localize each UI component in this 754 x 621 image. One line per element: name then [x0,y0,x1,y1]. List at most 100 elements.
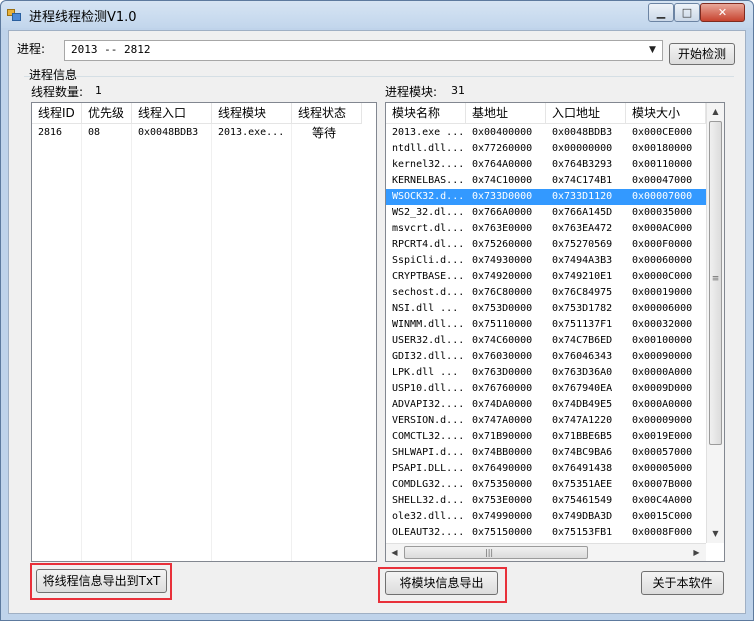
column-gridline [81,124,82,561]
table-cell: 0x0015C000 [632,511,693,522]
column-header[interactable]: 模块大小 [626,103,706,124]
table-cell: USER32.dl... [392,335,465,346]
scroll-thumb[interactable]: ||| [404,546,588,559]
title-bar[interactable]: 进程线程检测V1.0 ▁ □ ✕ [1,1,753,28]
table-cell: 0x74C60000 [472,335,533,346]
table-row[interactable]: 2816 08 0x0048BDB3 2013.exe... 等待 [32,125,376,141]
group-divider [24,76,734,77]
start-detect-button[interactable]: 开始检测 [669,43,735,65]
table-cell: PSAPI.DLL... [392,463,465,474]
process-select[interactable]: 2013 -- 2812 ▼ [64,40,663,61]
table-row[interactable]: PSAPI.DLL... 0x76490000 0x76491438 0x000050… [386,461,706,477]
horizontal-scrollbar[interactable]: ◀ ||| ▶ [386,543,706,561]
table-row[interactable]: SHLWAPI.d... 0x74BB0000 0x74BC9BA6 0x000570… [386,445,706,461]
column-header[interactable]: 线程ID [32,103,82,124]
close-button[interactable]: ✕ [700,3,745,22]
table-cell: 0x71B90000 [472,431,533,442]
table-cell: 0x0008F000 [632,527,693,538]
app-icon [7,7,23,21]
column-header[interactable]: 线程模块 [212,103,292,124]
table-cell: CRYPTBASE... [392,271,465,282]
table-row[interactable]: KERNELBAS... 0x74C10000 0x74C174B1 0x000470… [386,173,706,189]
table-row[interactable]: CRYPTBASE... 0x74920000 0x749210E1 0x0000C0… [386,269,706,285]
column-header[interactable]: 优先级 [82,103,132,124]
table-cell: 0x75461549 [552,495,613,506]
module-count-label: 进程模块: [385,85,438,99]
scroll-down-arrow-icon[interactable]: ▼ [707,525,724,542]
table-cell: 0x00090000 [632,351,693,362]
table-row[interactable]: kernel32.... 0x764A0000 0x764B3293 0x001100… [386,157,706,173]
module-list[interactable]: 模块名称 基地址 入口地址 模块大小 2013.exe ... 0x00400000 0x0… [385,102,725,562]
table-cell: SHLWAPI.d... [392,447,465,458]
table-row[interactable]: VERSION.d... 0x747A0000 0x747A1220 0x000090… [386,413,706,429]
table-cell: 0x76030000 [472,351,533,362]
table-row[interactable]: SspiCli.d... 0x74930000 0x7494A3B3 0x000600… [386,253,706,269]
table-row[interactable]: WINMM.dll... 0x75110000 0x751137F1 0x000320… [386,317,706,333]
column-header[interactable]: 线程状态 [292,103,362,124]
table-row[interactable]: WSOCK32.d... 0x733D0000 0x733D1120 0x000070… [386,189,706,205]
table-cell: 0x749DBA3D [552,511,613,522]
module-count-value: 31 [451,84,465,97]
table-cell: 0x76760000 [472,383,533,394]
table-cell: 0x76046343 [552,351,613,362]
table-row[interactable]: GDI32.dll... 0x76030000 0x76046343 0x000900… [386,349,706,365]
table-row[interactable]: WS2_32.dl... 0x766A0000 0x766A145D 0x000350… [386,205,706,221]
table-row[interactable]: ole32.dll... 0x74990000 0x749DBA3D 0x0015C0… [386,509,706,525]
scroll-left-arrow-icon[interactable]: ◀ [386,544,403,561]
column-header[interactable]: 入口地址 [546,103,626,124]
table-cell: 0x74BB0000 [472,447,533,458]
thread-list[interactable]: 线程ID 优先级 线程入口 线程模块 线程状态 2816 08 0x0048BDB3 2013.… [31,102,377,562]
table-row[interactable]: RPCRT4.dl... 0x75260000 0x75270569 0x000F00… [386,237,706,253]
vertical-scrollbar[interactable]: ▲ ≡ ▼ [706,103,724,543]
grip-icon: ≡ [711,274,720,284]
process-label: 进程: [17,42,46,56]
table-cell: 0x0048BDB3 [552,127,613,138]
table-cell: 0x74C10000 [472,175,533,186]
table-cell: 0x763D36A0 [552,367,613,378]
table-cell: VERSION.d... [392,415,465,426]
table-cell: OLEAUT32.... [392,527,465,538]
maximize-button[interactable]: □ [674,3,700,22]
table-cell: WS2_32.dl... [392,207,465,218]
scroll-thumb[interactable]: ≡ [709,121,722,445]
table-cell: 0x74920000 [472,271,533,282]
table-row[interactable]: sechost.d... 0x76C80000 0x76C84975 0x000190… [386,285,706,301]
table-cell: WSOCK32.d... [392,191,465,202]
table-row[interactable]: SHELL32.d... 0x753E0000 0x75461549 0x00C4A0… [386,493,706,509]
table-cell: GDI32.dll... [392,351,465,362]
scroll-up-arrow-icon[interactable]: ▲ [707,103,724,120]
table-row[interactable]: USER32.dl... 0x74C60000 0x74C7B6ED 0x001000… [386,333,706,349]
column-header[interactable]: 线程入口 [132,103,212,124]
table-row[interactable]: ADVAPI32.... 0x74DA0000 0x74DB49E5 0x000A00… [386,397,706,413]
minimize-button[interactable]: ▁ [648,3,674,22]
table-cell: 0x764A0000 [472,159,533,170]
table-row[interactable]: COMDLG32.... 0x75350000 0x75351AEE 0x0007B0… [386,477,706,493]
column-gridline [291,124,292,561]
table-cell: sechost.d... [392,287,465,298]
table-row[interactable]: NSI.dll ... 0x753D0000 0x753D1782 0x0000600… [386,301,706,317]
table-row[interactable]: ntdll.dll... 0x77260000 0x00000000 0x001800… [386,141,706,157]
table-cell: WINMM.dll... [392,319,465,330]
table-row[interactable]: 2013.exe ... 0x00400000 0x0048BDB3 0x000CE0… [386,125,706,141]
table-cell: NSI.dll ... [392,303,459,314]
thread-count-value: 1 [95,84,102,97]
process-select-value: 2013 -- 2812 [71,43,151,56]
table-row[interactable]: LPK.dll ... 0x763D0000 0x763D36A0 0x0000A00… [386,365,706,381]
table-cell: 0x747A1220 [552,415,613,426]
dropdown-arrow-icon[interactable]: ▼ [645,43,660,58]
column-header[interactable]: 基地址 [466,103,546,124]
table-cell: 0x753D1782 [552,303,613,314]
scroll-right-arrow-icon[interactable]: ▶ [688,544,705,561]
column-header[interactable]: 模块名称 [386,103,466,124]
table-row[interactable]: OLEAUT32.... 0x75150000 0x75153FB1 0x0008F0… [386,525,706,541]
table-cell: 0x0000C000 [632,271,693,282]
table-row[interactable]: msvcrt.dl... 0x763E0000 0x763EA472 0x000AC0… [386,221,706,237]
table-cell: 0x75351AEE [552,479,613,490]
table-row[interactable]: USP10.dll... 0x76760000 0x767940EA 0x0009D0… [386,381,706,397]
about-button[interactable]: 关于本软件 [641,571,724,595]
table-row[interactable]: COMCTL32.... 0x71B90000 0x71BBE6B5 0x0019E0… [386,429,706,445]
table-cell: 0x766A0000 [472,207,533,218]
grip-icon: ||| [485,548,494,557]
table-cell: 2013.exe ... [392,127,465,138]
table-cell: 0x71BBE6B5 [552,431,613,442]
